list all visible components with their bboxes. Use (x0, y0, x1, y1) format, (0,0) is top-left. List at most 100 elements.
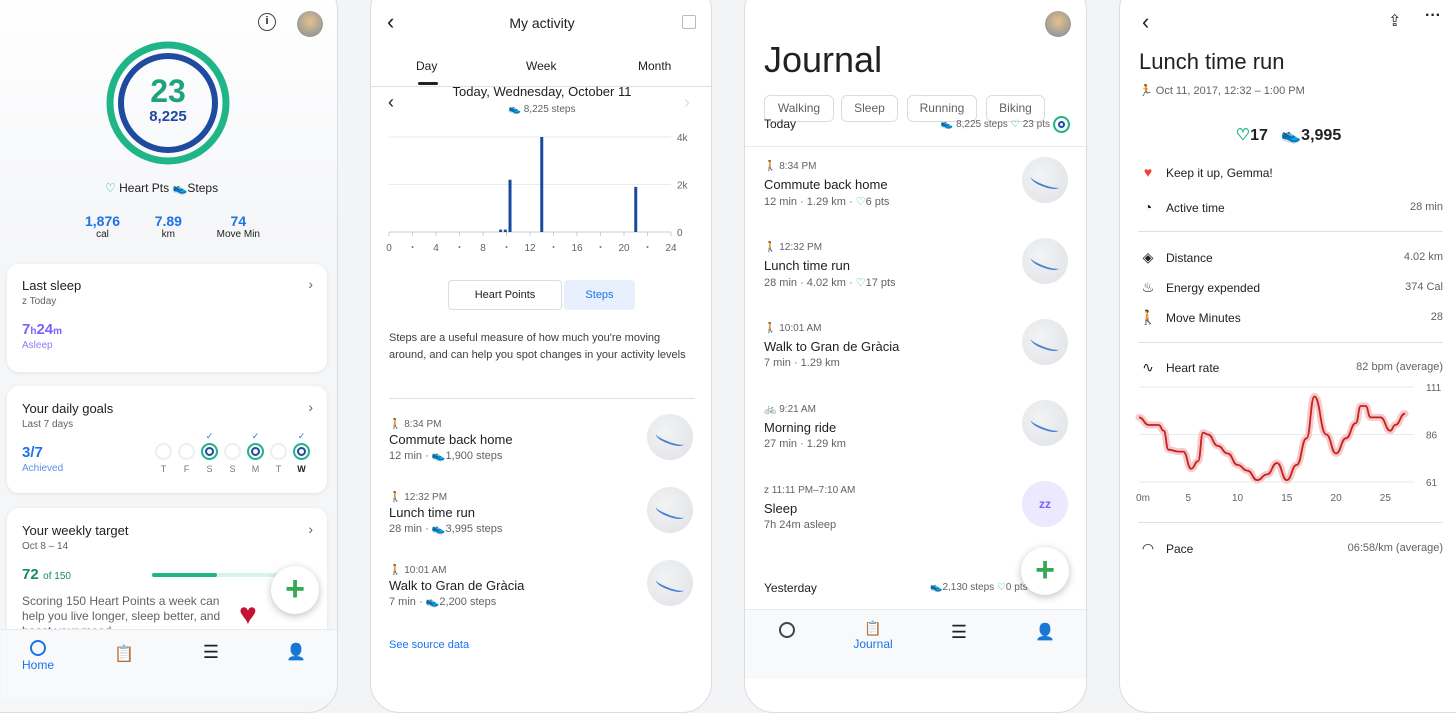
last-sleep-card[interactable]: Last sleep › z Today 7h24m Asleep (7, 264, 327, 372)
item-title: Walk to Gran de Gràcia (764, 339, 900, 354)
row-label: Pace (1166, 542, 1194, 556)
stat-km: 7.89 km (155, 213, 182, 240)
nav-home[interactable]: Home (8, 640, 68, 672)
activity-item[interactable]: 🚶 12:32 PM Lunch time run 28 min · 👟3,99… (371, 487, 711, 557)
back-icon[interactable]: ‹ (1142, 9, 1149, 35)
location-icon: ◈ (1142, 249, 1154, 265)
nav-profile[interactable]: 👤 (1015, 622, 1075, 642)
activity-item[interactable]: 🚶 10:01 AM Walk to Gran de Gràcia 7 min … (371, 560, 711, 630)
check-icon: ✓ (297, 431, 306, 441)
item-time: 🚲 9:21 AM (764, 404, 816, 415)
chevron-right-icon: › (308, 399, 313, 415)
steps-chart: 0 2k 4k 0 4 8 12 16 20 24 (386, 133, 688, 254)
avatar[interactable] (297, 11, 323, 37)
item-title: Morning ride (764, 420, 837, 435)
item-detail: 27 min · 1.29 km (764, 438, 846, 450)
stat-label: Move Min (216, 229, 260, 240)
step-bar (499, 229, 503, 232)
add-button[interactable]: + (271, 566, 319, 614)
run-icon: 🏃 (1139, 85, 1153, 97)
item-duration: 7 min (389, 596, 416, 608)
item-time-text: 12:32 PM (404, 492, 448, 503)
row-value: 06:58/km (average) (1347, 542, 1443, 554)
share-icon[interactable]: ⇪ (1388, 11, 1401, 31)
journal-item[interactable]: 🚶 12:32 PM Lunch time run 28 min · 4.02 … (745, 238, 1086, 312)
heart-icon: ♡ (1010, 119, 1020, 130)
avatar[interactable] (1045, 11, 1071, 37)
see-source-data-link[interactable]: See source data (389, 639, 469, 651)
heart-points-toggle[interactable]: Heart Points (448, 280, 562, 310)
chip-sleep[interactable]: Sleep (841, 95, 898, 122)
item-detail: 12 min · 👟1,900 steps (389, 450, 503, 462)
journal-item[interactable]: 🚶 10:01 AM Walk to Gran de Gràcia 7 min … (745, 319, 1086, 393)
today-summary: 👟 8,225 steps ♡ 23 pts (941, 116, 1070, 133)
x-tick-dot (458, 246, 461, 248)
x-tick-label: 24 (665, 243, 677, 254)
nav-browse[interactable]: ☰ (181, 642, 241, 663)
heart-icon: ♡ (105, 181, 116, 195)
y-tick-label: 86 (1426, 431, 1438, 442)
y-tick-label: 111 (1426, 383, 1442, 394)
yesterday-steps: 2,130 steps (942, 582, 995, 593)
totals: ♡17 👟3,995 (1120, 125, 1456, 145)
stat-value: 74 (230, 213, 247, 229)
calendar-icon[interactable] (682, 15, 696, 29)
nav-browse[interactable]: ☰ (929, 622, 989, 643)
steps-icon: 👟 (940, 119, 954, 130)
day-ring (155, 443, 172, 460)
yesterday-header: Yesterday (764, 581, 817, 595)
journal-item[interactable]: z 11:11 PM–7:10 AM Sleep 7h 24m asleep z… (745, 481, 1086, 555)
card-title: Your daily goals (22, 401, 114, 416)
card-subtitle: Last 7 days (22, 419, 74, 430)
nav-label: Home (21, 658, 54, 672)
ring-legend: ♡ Heart Pts 👟Steps (105, 181, 218, 195)
sleep-icon: z (764, 485, 769, 496)
divider (389, 398, 695, 399)
today-pts: 23 pts (1022, 119, 1050, 130)
day-label: F (183, 464, 190, 474)
card-subtitle: Oct 8 – 14 (22, 541, 69, 552)
item-detail: 28 min · 👟3,995 steps (389, 523, 503, 535)
nav-journal[interactable]: 📋 (94, 644, 154, 664)
journal-item[interactable]: 🚶 8:34 PM Commute back home 12 min · 1.2… (745, 157, 1086, 231)
row-label: Active time (1166, 201, 1225, 215)
datetime: 🏃 Oct 11, 2017, 12:32 – 1:00 PM (1139, 84, 1305, 97)
page-title: My activity (509, 15, 575, 31)
stat-move-min: 74 Move Min (217, 213, 260, 240)
tab-month[interactable]: Month (638, 59, 671, 73)
x-tick-label: 10 (1232, 493, 1244, 504)
tab-week[interactable]: Week (526, 59, 556, 73)
day-goal: F (178, 431, 195, 474)
tab-day[interactable]: Day (416, 59, 437, 73)
add-button[interactable]: + (1021, 547, 1069, 595)
day-goal: S (224, 431, 241, 474)
nav-journal[interactable]: 📋 Journal (843, 620, 903, 651)
more-icon[interactable]: ··· (1425, 7, 1441, 25)
tabs: Day Week Month (371, 39, 711, 87)
daily-goals-card[interactable]: Your daily goals › Last 7 days 3/7 Achie… (7, 386, 327, 493)
steps-toggle[interactable]: Steps (564, 280, 635, 310)
journal-item[interactable]: 🚲 9:21 AM Morning ride 27 min · 1.29 km (745, 400, 1086, 474)
minutes: 24 (36, 321, 54, 338)
item-time-text: 8:34 PM (779, 161, 817, 172)
stat-value: 7.89 (154, 213, 182, 229)
activity-item[interactable]: 🚶 8:34 PM Commute back home 12 min · 👟1,… (371, 414, 711, 484)
item-detail: 28 min · 4.02 km · ♡17 pts (764, 276, 896, 289)
item-time-text: 9:21 AM (779, 404, 816, 415)
day-goal: ✓ W (293, 431, 310, 474)
item-pts: 6 pts (865, 196, 890, 208)
info-icon[interactable]: i (258, 13, 276, 31)
m-unit: m (53, 326, 63, 337)
date-label: Today, Wednesday, October 11 (452, 84, 632, 99)
bottom-nav: Home 📋 ☰ 👤 (1, 629, 337, 699)
route-map-thumbnail (1022, 400, 1068, 446)
heart-icon: ♡ (855, 277, 866, 289)
walk-icon: 🚶 (764, 242, 777, 253)
sleep-thumbnail: zz (1022, 481, 1068, 527)
yesterday-summary: 👟2,130 steps ♡0 pts (930, 582, 1028, 593)
weekly-goal: of 150 (43, 571, 71, 582)
item-time-text: 10:01 AM (404, 565, 447, 576)
nav-home[interactable] (757, 622, 817, 638)
heart-points-value: 23 (150, 73, 186, 109)
nav-profile[interactable]: 👤 (266, 642, 326, 662)
